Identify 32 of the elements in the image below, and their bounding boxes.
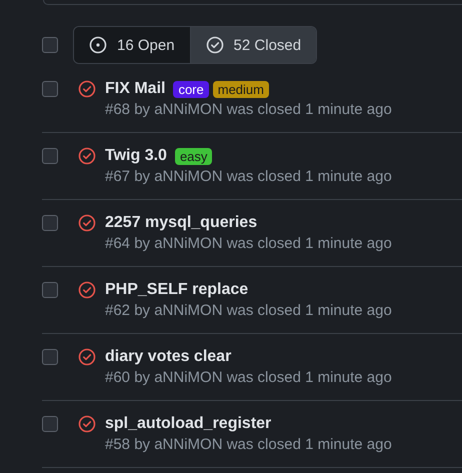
- checkbox[interactable]: [42, 37, 58, 53]
- check-circle-icon: [78, 415, 96, 433]
- issue-title[interactable]: FIX Mail: [105, 80, 166, 98]
- issue-title[interactable]: 2257 mysql_queries: [105, 214, 258, 232]
- open-issue-icon: [89, 36, 107, 54]
- issue-title[interactable]: diary votes clear: [105, 348, 232, 366]
- issue-meta: #68 by aNNiMON was closed 1 minute ago: [105, 100, 392, 120]
- checkbox[interactable]: [42, 282, 58, 298]
- issue-meta: #67 by aNNiMON was closed 1 minute ago: [105, 167, 392, 187]
- check-circle-icon: [78, 214, 96, 232]
- checkbox[interactable]: [42, 148, 58, 164]
- check-circle-icon: [78, 80, 96, 98]
- check-circle-icon: [78, 348, 96, 366]
- filter-tab[interactable]: 16 Open: [74, 27, 191, 63]
- issue-meta: #64 by aNNiMON was closed 1 minute ago: [105, 234, 392, 254]
- checkbox[interactable]: [42, 416, 58, 432]
- filter-tab[interactable]: 52 Closed: [190, 27, 316, 63]
- issue-label[interactable]: core: [173, 80, 209, 98]
- issue-meta: #58 by aNNiMON was closed 1 minute ago: [105, 435, 392, 455]
- issue-meta: #62 by aNNiMON was closed 1 minute ago: [105, 301, 392, 321]
- issue-title[interactable]: Twig 3.0: [105, 147, 167, 165]
- check-circle-icon: [206, 36, 224, 54]
- issue-title[interactable]: spl_autoload_register: [105, 415, 272, 433]
- issue-label[interactable]: medium: [212, 80, 269, 98]
- issue-title[interactable]: PHP_SELF replace: [105, 281, 248, 299]
- checkbox[interactable]: [42, 349, 58, 365]
- check-circle-icon: [78, 147, 96, 165]
- check-circle-icon: [78, 281, 96, 299]
- checkbox[interactable]: [42, 81, 58, 97]
- checkbox[interactable]: [42, 215, 58, 231]
- issue-meta: #60 by aNNiMON was closed 1 minute ago: [105, 368, 392, 388]
- issue-label[interactable]: easy: [174, 148, 212, 164]
